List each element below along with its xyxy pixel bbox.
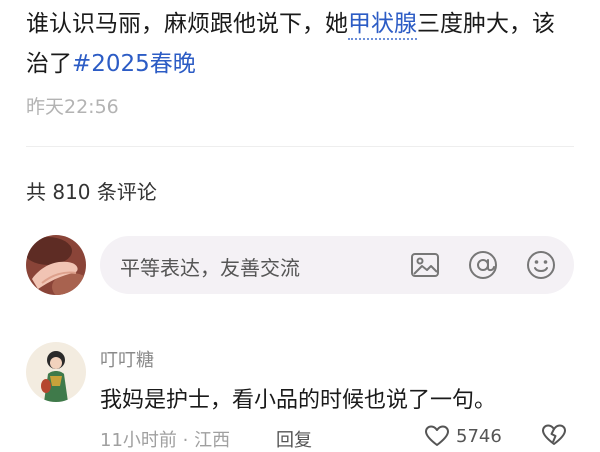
- at-icon[interactable]: [466, 248, 500, 282]
- comment-composer[interactable]: 平等表达，友善交流: [100, 236, 574, 294]
- reply-button[interactable]: 回复: [276, 426, 312, 452]
- like-button[interactable]: 5746: [424, 424, 502, 448]
- divider: [26, 146, 574, 147]
- comment-count: 共 810 条评论: [26, 180, 157, 204]
- topic-link[interactable]: 甲状腺: [348, 11, 417, 40]
- user-avatar[interactable]: [26, 235, 86, 295]
- comment-text: 我妈是护士，看小品的时候也说了一句。: [100, 388, 497, 413]
- commenter-name[interactable]: 叮叮糖: [100, 346, 154, 372]
- like-count: 5746: [456, 425, 502, 447]
- heart-icon: [425, 425, 449, 446]
- comment-input-placeholder: 平等表达，友善交流: [120, 256, 300, 280]
- post-text-part-1: 谁认识马丽，麻烦跟他说下，她: [26, 11, 348, 37]
- broken-heart-icon[interactable]: [540, 423, 568, 451]
- commenter-avatar[interactable]: [26, 342, 86, 402]
- emoji-icon[interactable]: [524, 248, 558, 282]
- image-icon[interactable]: [408, 248, 442, 282]
- post-text: 谁认识马丽，麻烦跟他说下，她甲状腺三度肿大，该治了#2025春晚: [26, 4, 574, 84]
- avatar-photo: [26, 235, 86, 295]
- commenter-photo: [26, 342, 86, 402]
- comment-time-location: 11小时前 · 江西: [100, 430, 231, 451]
- hashtag-link[interactable]: #2025春晚: [72, 51, 196, 77]
- post-timestamp: 昨天22:56: [26, 96, 119, 118]
